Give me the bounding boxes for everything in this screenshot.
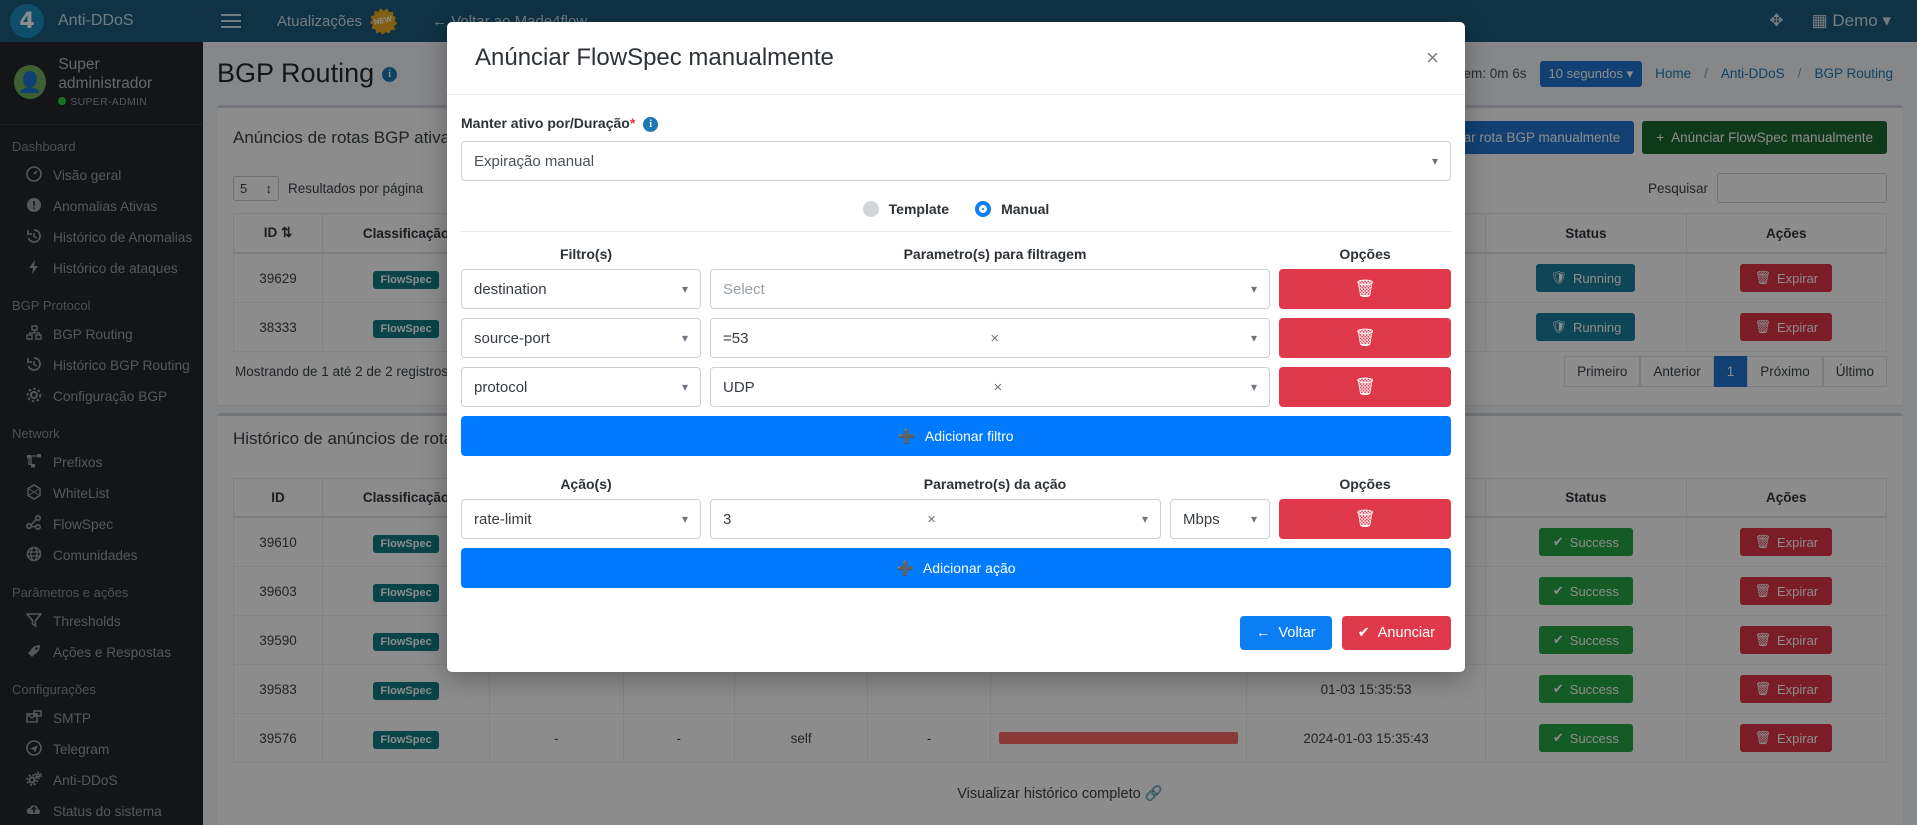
action-type-select[interactable]: rate-limit ▾ bbox=[461, 499, 701, 539]
radio-manual-label: Manual bbox=[1001, 201, 1050, 217]
radio-template[interactable] bbox=[862, 201, 879, 217]
filter-param-input[interactable]: =53 × ▾ bbox=[710, 318, 1270, 358]
announce-flowspec-modal: Anúnciar FlowSpec manualmente × Manter a… bbox=[447, 22, 1465, 672]
actions-col-param: Parametro(s) da ação bbox=[923, 476, 1067, 492]
add-action-button[interactable]: ➕ Adicionar ação bbox=[461, 548, 1451, 588]
duration-select[interactable]: Expiração manual ▾ bbox=[461, 141, 1451, 181]
action-param-input[interactable]: 3 × ▾ bbox=[710, 499, 1161, 539]
chevron-down-icon: ▾ bbox=[681, 282, 688, 296]
trash-icon: 🗑 bbox=[1354, 279, 1376, 298]
clear-icon[interactable]: × bbox=[927, 511, 946, 528]
filter-rows: destination ▾ Select ▾ 🗑 source-port ▾ =53 × ▾ 🗑 pr… bbox=[461, 269, 1451, 407]
plus-icon: ➕ bbox=[896, 559, 914, 576]
filter-param-input[interactable]: UDP × ▾ bbox=[710, 367, 1270, 407]
close-icon[interactable]: × bbox=[1426, 45, 1439, 71]
filters-header: Filtro(s) Parametro(s) para filtragem Op… bbox=[461, 246, 1451, 262]
delete-filter-button[interactable]: 🗑 bbox=[1279, 269, 1451, 309]
modal-header: Anúnciar FlowSpec manualmente × bbox=[447, 22, 1465, 95]
filter-row: destination ▾ Select ▾ 🗑 bbox=[461, 269, 1451, 309]
delete-filter-button[interactable]: 🗑 bbox=[1279, 318, 1451, 358]
actions-col-options: Opções bbox=[1339, 476, 1391, 492]
filters-col-filter: Filtro(s) bbox=[559, 246, 613, 262]
trash-icon: 🗑 bbox=[1354, 328, 1376, 347]
chevron-down-icon: ▾ bbox=[1250, 331, 1257, 345]
chevron-down-icon: ▾ bbox=[1250, 512, 1257, 526]
filter-type-select[interactable]: source-port ▾ bbox=[461, 318, 701, 358]
actions-header: Ação(s) Parametro(s) da ação Opções bbox=[461, 476, 1451, 492]
plus-icon: ➕ bbox=[898, 427, 916, 444]
chevron-down-icon: ▾ bbox=[681, 512, 688, 526]
trash-icon: 🗑 bbox=[1354, 509, 1376, 528]
chevron-down-icon: ▾ bbox=[681, 331, 688, 345]
action-unit-select[interactable]: Mbps ▾ bbox=[1170, 499, 1270, 539]
clear-icon[interactable]: × bbox=[993, 379, 1012, 396]
modal-footer: ← Voltar ✔ Anunciar bbox=[447, 600, 1465, 672]
filters-col-options: Opções bbox=[1339, 246, 1391, 262]
filter-type-select[interactable]: protocol ▾ bbox=[461, 367, 701, 407]
chevron-down-icon: ▾ bbox=[1141, 512, 1148, 526]
announce-button[interactable]: ✔ Anunciar bbox=[1341, 616, 1451, 650]
required-asterisk: * bbox=[629, 115, 636, 131]
chevron-down-icon: ▾ bbox=[1431, 154, 1438, 168]
arrow-left-icon: ← bbox=[1256, 625, 1271, 641]
filter-row: protocol ▾ UDP × ▾ 🗑 bbox=[461, 367, 1451, 407]
chevron-down-icon: ▾ bbox=[1250, 282, 1257, 296]
check-icon: ✔ bbox=[1357, 625, 1370, 641]
info-icon[interactable]: i bbox=[643, 117, 659, 132]
actions-col-action: Ação(s) bbox=[560, 476, 612, 492]
divider bbox=[461, 231, 1451, 232]
modal-title: Anúnciar FlowSpec manualmente bbox=[475, 44, 834, 71]
action-rows: rate-limit ▾ 3 × ▾ Mbps ▾ 🗑 bbox=[461, 499, 1451, 539]
radio-template-label: Template bbox=[888, 201, 950, 217]
mode-radio-group: Template Manual bbox=[461, 201, 1451, 217]
delete-action-button[interactable]: 🗑 bbox=[1279, 499, 1451, 539]
trash-icon: 🗑 bbox=[1354, 377, 1376, 396]
filter-param-input[interactable]: Select ▾ bbox=[710, 269, 1270, 309]
action-row: rate-limit ▾ 3 × ▾ Mbps ▾ 🗑 bbox=[461, 499, 1451, 539]
filter-type-select[interactable]: destination ▾ bbox=[461, 269, 701, 309]
chevron-down-icon: ▾ bbox=[1250, 380, 1257, 394]
filter-row: source-port ▾ =53 × ▾ 🗑 bbox=[461, 318, 1451, 358]
delete-filter-button[interactable]: 🗑 bbox=[1279, 367, 1451, 407]
filters-col-param: Parametro(s) para filtragem bbox=[903, 246, 1087, 262]
radio-manual[interactable] bbox=[975, 201, 992, 217]
modal-body: Manter ativo por/Duração* i Expiração ma… bbox=[447, 95, 1465, 600]
back-button[interactable]: ← Voltar bbox=[1240, 616, 1332, 650]
clear-icon[interactable]: × bbox=[990, 330, 1009, 347]
duration-label: Manter ativo por/Duração* i bbox=[461, 115, 1451, 132]
add-filter-button[interactable]: ➕ Adicionar filtro bbox=[461, 416, 1451, 456]
chevron-down-icon: ▾ bbox=[681, 380, 688, 394]
